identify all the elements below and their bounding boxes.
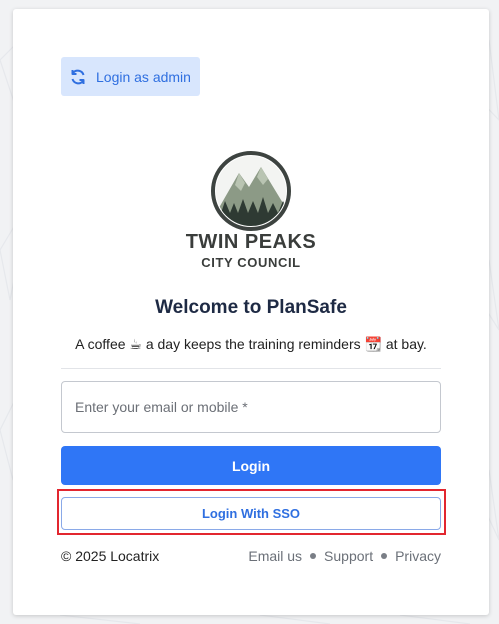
footer-links: Email us Support Privacy bbox=[248, 548, 441, 564]
separator-dot bbox=[381, 553, 388, 559]
logo-title: TWIN PEAKS bbox=[185, 231, 317, 253]
refresh-icon bbox=[69, 68, 87, 86]
login-with-sso-button[interactable]: Login With SSO bbox=[61, 497, 441, 530]
copyright-text: © 2025 Locatrix bbox=[61, 548, 160, 564]
privacy-link[interactable]: Privacy bbox=[395, 548, 441, 564]
login-as-admin-label: Login as admin bbox=[96, 68, 191, 85]
login-card: Login as admin TWIN PEAKS CITY COUNCIL W… bbox=[13, 9, 489, 615]
logo-subtitle: CITY COUNCIL bbox=[201, 255, 301, 270]
divider bbox=[61, 368, 441, 369]
mountain-logo-icon bbox=[211, 151, 291, 231]
tagline-text: A coffee ☕ a day keeps the training remi… bbox=[75, 336, 427, 352]
separator-dot bbox=[310, 553, 317, 559]
support-link[interactable]: Support bbox=[324, 548, 373, 564]
email-us-link[interactable]: Email us bbox=[248, 548, 302, 564]
login-as-admin-button[interactable]: Login as admin bbox=[61, 57, 200, 96]
login-button[interactable]: Login bbox=[61, 446, 441, 485]
page-title: Welcome to PlanSafe bbox=[155, 297, 347, 318]
email-or-mobile-input[interactable] bbox=[61, 381, 441, 433]
footer: © 2025 Locatrix Email us Support Privacy bbox=[61, 548, 441, 564]
council-logo: TWIN PEAKS CITY COUNCIL bbox=[13, 151, 489, 271]
